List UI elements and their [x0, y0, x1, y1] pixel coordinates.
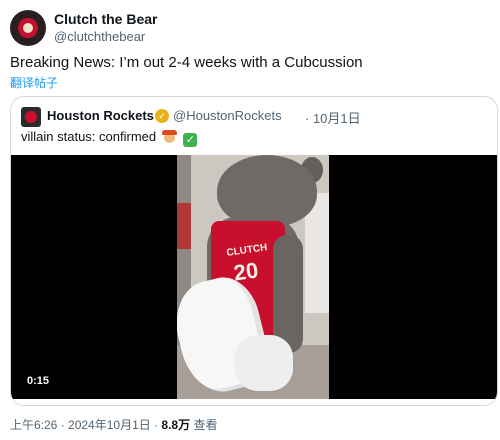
- tweet-header: Clutch the Bear @clutchthebear: [10, 8, 490, 48]
- views-label: 查看: [190, 418, 218, 432]
- pillow-second: [235, 335, 293, 391]
- tweet-time[interactable]: 上午6:26: [10, 418, 57, 432]
- quoted-author-handle[interactable]: @HoustonRockets: [173, 108, 282, 123]
- translate-post-link[interactable]: 翻译帖子: [10, 74, 58, 91]
- verified-badge-icon: ✓: [155, 109, 169, 123]
- video-player[interactable]: CLUTCH 20 0:15: [11, 155, 497, 399]
- quoted-author-avatar[interactable]: [21, 107, 41, 127]
- video-wall-red: [177, 203, 191, 249]
- meta-separator: ·: [57, 418, 69, 432]
- tweet-meta: 上午6:26 · 2024年10月1日 · 8.8万 查看: [10, 416, 217, 433]
- mascot-head: [217, 155, 317, 227]
- meta-separator: ·: [150, 418, 162, 432]
- avatar-face-shape: [23, 23, 33, 33]
- video-frame: CLUTCH 20: [177, 155, 329, 399]
- quoted-author-name[interactable]: Houston Rockets: [47, 108, 154, 123]
- check-mark-emoji-icon: ✓: [183, 133, 198, 147]
- author-handle[interactable]: @clutchthebear: [54, 29, 145, 44]
- quoted-tweet-card[interactable]: Houston Rockets ✓ @HoustonRockets · 10月1…: [10, 96, 498, 406]
- rockets-logo-icon: [25, 111, 37, 123]
- quoted-tweet-text-content: villain status: confirmed: [21, 129, 157, 144]
- tweet-date[interactable]: 2024年10月1日: [68, 418, 151, 432]
- video-duration: 0:15: [27, 375, 50, 387]
- view-count: 8.8万: [161, 418, 191, 432]
- quoted-tweet-date[interactable]: · 10月1日: [305, 108, 361, 127]
- author-avatar[interactable]: [10, 10, 46, 46]
- villain-emoji-icon: [161, 130, 177, 143]
- quoted-tweet-text: villain status: confirmed ✓: [21, 129, 198, 147]
- author-display-name[interactable]: Clutch the Bear: [54, 11, 157, 27]
- tweet-text: Breaking News: I’m out 2-4 weeks with a …: [10, 54, 363, 71]
